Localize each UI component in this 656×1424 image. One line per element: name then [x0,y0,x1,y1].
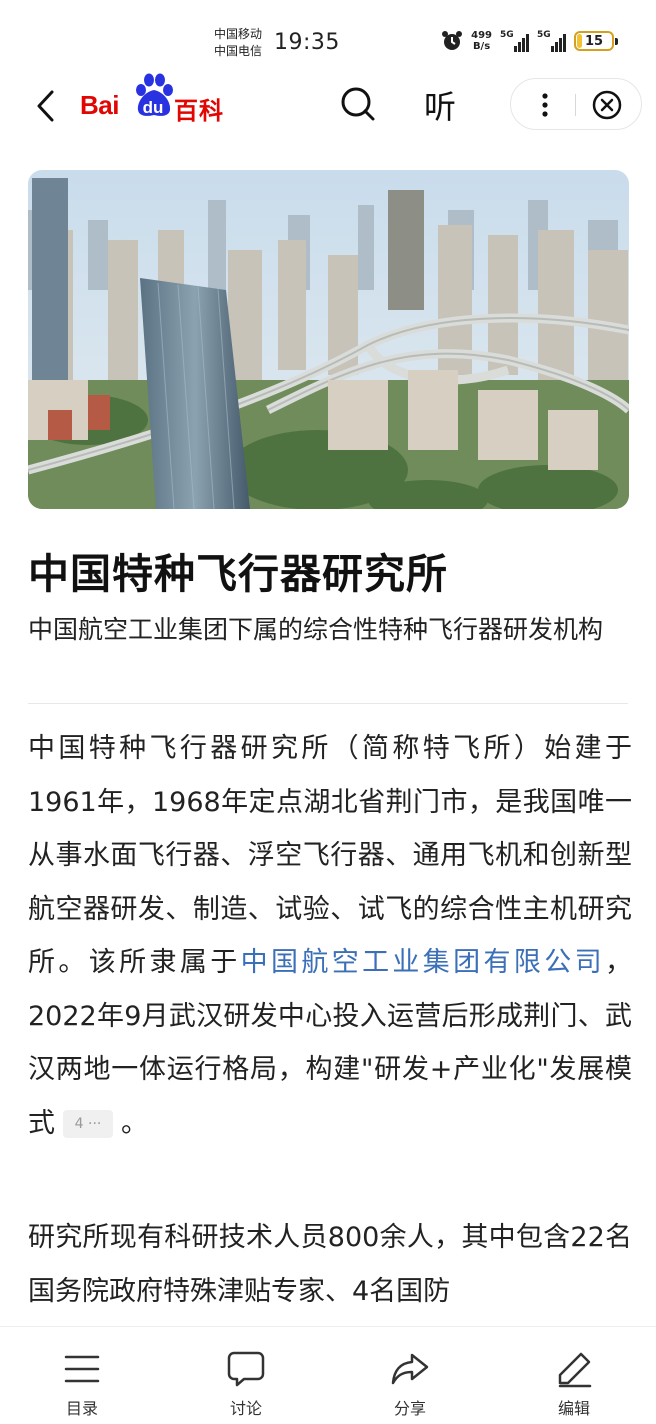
hero-image [28,170,629,509]
status-indicators: 499 B/s 5G 5G 15 [441,30,618,52]
comment-icon [227,1351,265,1387]
baidu-baike-logo[interactable]: Bai du 百科 [80,73,240,126]
article-paragraph-2: 研究所现有科研技术人员800余人，其中包含22名国务院政府特殊津贴专家、4名国防 [28,1222,632,1307]
article-title: 中国特种飞行器研究所 [28,550,448,598]
alarm-clock-icon [442,31,463,50]
share-button[interactable]: 分享 [328,1327,492,1424]
status-bar: 中国移动 中国电信 19:35 499 B/s 5G 5G 15 [0,0,656,78]
bottom-toolbar: 目录 讨论 分享 编辑 [0,1326,656,1424]
network-speed: 499 B/s [471,30,492,52]
edit-label: 编辑 [557,1399,590,1418]
more-options-icon[interactable] [533,91,557,119]
catalog-button[interactable]: 目录 [0,1327,164,1424]
article-paragraph-1: 中国特种飞行器研究所（简称特飞所）始建于1961年，1968年定点湖北省荆门市，… [28,722,632,1150]
logo-text-du: du [142,98,164,117]
listen-button[interactable]: 听 [424,82,456,128]
carrier-1: 中国移动 [214,27,263,41]
paragraph-1-text-a: 中国特种飞行器研究所（简称特飞所）始建于1961年，1968年定点湖北省荆门市，… [28,733,632,978]
battery-level: 15 [584,33,604,49]
back-arrow-icon[interactable] [30,86,62,126]
close-icon[interactable] [591,89,623,121]
network-speed-value: 499 [471,30,492,41]
discuss-label: 讨论 [229,1399,262,1418]
share-label: 分享 [393,1399,426,1418]
title-divider [28,703,628,704]
mini-program-capsule [510,78,642,130]
company-link[interactable]: 中国航空工业集团有限公司 [241,947,605,978]
battery-icon: 15 [574,31,618,51]
reference-chip[interactable]: 4 ··· [63,1110,113,1138]
share-icon [391,1353,429,1385]
status-time: 19:35 [274,30,340,55]
signal-1-label: 5G [500,30,514,40]
nav-bar: Bai du 百科 听 [0,73,656,134]
carrier-names: 中国移动 中国电信 [214,26,262,60]
list-icon [64,1355,100,1383]
signal-2-label: 5G [537,30,551,40]
catalog-label: 目录 [65,1399,98,1418]
edit-pencil-icon [558,1352,592,1388]
signal-strength-icon: 5G [500,30,529,52]
discuss-button[interactable]: 讨论 [164,1327,328,1424]
network-speed-unit: B/s [472,41,491,52]
article-subtitle: 中国航空工业集团下属的综合性特种飞行器研发机构 [28,615,604,644]
capsule-divider [575,94,576,116]
search-icon[interactable] [338,84,378,124]
paragraph-1-end: 。 [121,1107,148,1139]
edit-button[interactable]: 编辑 [492,1327,656,1424]
logo-text-bai: Bai [80,90,119,120]
signal-strength-icon-2: 5G [537,30,566,52]
logo-text-baike: 百科 [174,97,224,125]
carrier-2: 中国电信 [214,44,263,58]
